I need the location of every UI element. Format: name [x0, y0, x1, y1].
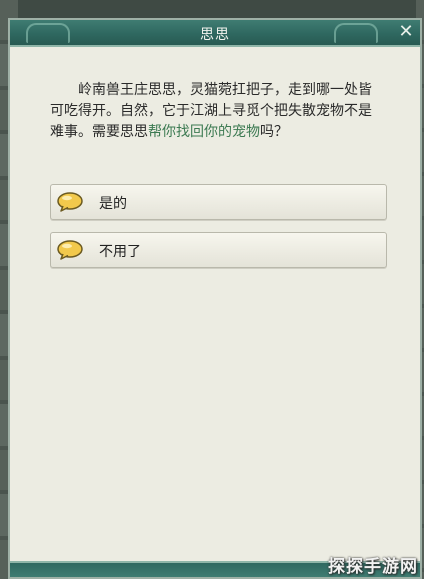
dialog-title: 思思: [200, 27, 230, 43]
option-yes-label: 是的: [99, 196, 127, 212]
npc-message: 岭南兽王庄思思，灵猫菀扛把子，走到哪一处皆可吃得开。自然，它于江湖上寻觅个把失散…: [50, 80, 385, 143]
option-no-label: 不用了: [99, 244, 141, 260]
dialog-title-bar: 思思 ✕: [10, 20, 420, 47]
message-highlight-link[interactable]: 帮你找回你的宠物: [148, 124, 260, 140]
close-button[interactable]: ✕: [396, 22, 416, 42]
npc-dialog: 思思 ✕ 岭南兽王庄思思，灵猫菀扛把子，走到哪一处皆可吃得开。自然，它于江湖上寻…: [8, 18, 422, 579]
close-icon: ✕: [398, 21, 414, 42]
speech-bubble-icon: [57, 240, 83, 260]
option-yes-button[interactable]: 是的: [50, 184, 387, 220]
message-text-part2: 吗？: [260, 124, 288, 140]
option-no-button[interactable]: 不用了: [50, 232, 387, 268]
speech-bubble-icon: [57, 192, 83, 212]
watermark-text: 探探手游网: [328, 557, 418, 577]
